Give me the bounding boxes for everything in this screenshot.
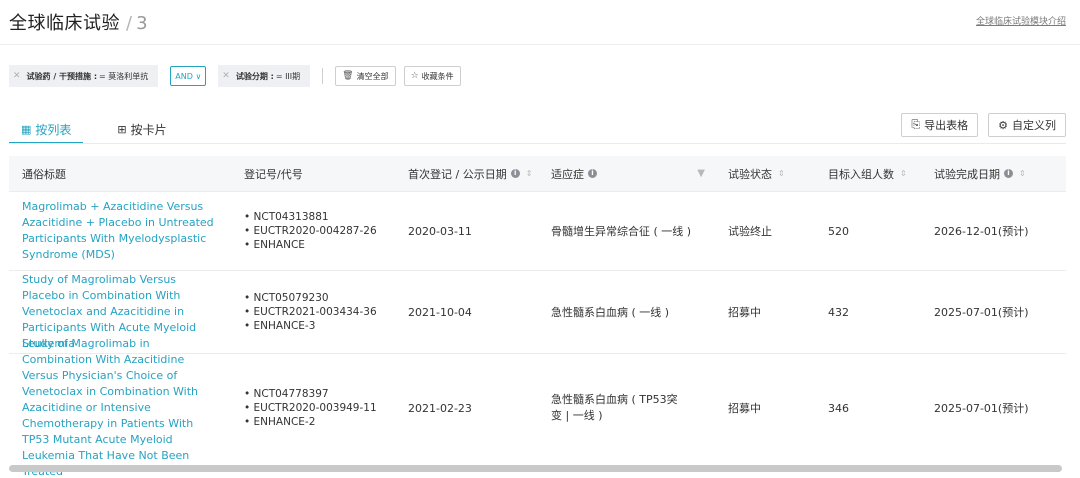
registry-ids: • NCT05079230 • EUCTR2021-003434-36 • EN… xyxy=(244,292,377,332)
filter-chip-drug[interactable]: ✕ 试验药 / 干预措施 : = 莫洛利单抗 xyxy=(9,65,159,87)
sort-icon[interactable]: ⇕ xyxy=(526,169,533,178)
filter-icon[interactable]: ▼ xyxy=(697,168,705,179)
gear-icon: ⚙ xyxy=(998,118,1008,132)
filter-value: = III期 xyxy=(275,71,301,81)
save-filter-label: 收藏条件 xyxy=(421,71,454,81)
trial-status: 招募中 xyxy=(728,402,761,415)
first-registration-date: 2020-03-11 xyxy=(408,224,472,238)
indication: 急性髓系白血病 ( 一线 ) xyxy=(551,306,670,319)
column-header-completion[interactable]: 试验完成日期 i ⇕ xyxy=(921,156,1066,192)
page-header: 全球临床试验 / 3 xyxy=(9,9,148,35)
first-registration-date: 2021-10-04 xyxy=(408,305,472,319)
custom-columns-button[interactable]: ⚙ 自定义列 xyxy=(988,113,1066,137)
filter-key: 试验药 / 干预措施 : xyxy=(26,71,98,81)
completion-date: 2025-07-01(预计) xyxy=(934,306,1029,319)
target-enrollment: 520 xyxy=(828,224,849,238)
clear-all-label: 清空全部 xyxy=(356,71,389,81)
tab-card-view[interactable]: ⊞ 按卡片 xyxy=(105,114,178,144)
first-registration-date: 2021-02-23 xyxy=(408,401,472,415)
trials-table: 通俗标题 登记号/代号 首次登记 / 公示日期 i ⇕ 适应症 i ▼ 试验状态 ⇕ 目标… xyxy=(9,156,1066,478)
trial-status: 试验终止 xyxy=(728,225,772,238)
column-header-status[interactable]: 试验状态 ⇕ xyxy=(715,156,815,192)
info-icon[interactable]: i xyxy=(588,169,597,178)
sort-icon[interactable]: ⇕ xyxy=(1019,169,1026,178)
star-icon: ☆ xyxy=(410,71,419,81)
filter-chip-phase[interactable]: ✕ 试验分期 : = III期 xyxy=(218,65,311,87)
grid-icon: ⊞ xyxy=(117,122,127,136)
trial-status: 招募中 xyxy=(728,306,761,319)
clear-all-button[interactable]: 🗑 清空全部 xyxy=(335,66,396,86)
table-row: Magrolimab + Azacitidine Versus Azacitid… xyxy=(9,192,1066,271)
logic-operator-select[interactable]: AND ∨ xyxy=(170,66,207,86)
tab-label: 按卡片 xyxy=(130,122,167,137)
trash-icon: 🗑 xyxy=(342,71,354,81)
list-icon: ▦ xyxy=(21,122,32,136)
tab-label: 按列表 xyxy=(35,122,72,137)
sort-icon[interactable]: ⇕ xyxy=(900,169,907,178)
filter-value: = 莫洛利单抗 xyxy=(99,71,149,81)
module-intro-link[interactable]: 全球临床试验模块介绍 xyxy=(976,14,1066,27)
divider xyxy=(322,68,324,84)
table-actions: ⎘ 导出表格 ⚙ 自定义列 xyxy=(891,113,1066,137)
filter-bar: ✕ 试验药 / 干预措施 : = 莫洛利单抗 AND ∨ ✕ 试验分期 : = … xyxy=(9,65,469,87)
page-title: 全球临床试验 xyxy=(9,13,120,34)
info-icon[interactable]: i xyxy=(510,169,520,178)
completion-date: 2026-12-01(预计) xyxy=(934,225,1029,238)
tabs-divider xyxy=(9,143,1066,144)
indication: 急性髓系白血病 ( TP53突变 | 一线 ) xyxy=(551,393,678,422)
registry-ids: • NCT04778397 • EUCTR2020-003949-11 • EN… xyxy=(244,388,377,428)
horizontal-scrollbar[interactable] xyxy=(9,465,1062,472)
filter-key: 试验分期 : xyxy=(235,71,274,81)
title-separator: / xyxy=(126,13,133,34)
table-header: 通俗标题 登记号/代号 首次登记 / 公示日期 i ⇕ 适应症 i ▼ 试验状态 ⇕ 目标… xyxy=(9,156,1066,192)
custom-columns-label: 自定义列 xyxy=(1012,119,1056,132)
close-icon[interactable]: ✕ xyxy=(222,71,230,81)
export-icon: ⎘ xyxy=(911,118,921,131)
target-enrollment: 346 xyxy=(828,401,849,415)
target-enrollment: 432 xyxy=(828,305,849,319)
column-header-registry: 登记号/代号 xyxy=(244,167,303,181)
column-header-indication: 适应症 i ▼ xyxy=(551,167,705,181)
info-icon[interactable]: i xyxy=(1004,169,1013,178)
column-header-enrollment[interactable]: 目标入组人数 ⇕ xyxy=(815,156,921,192)
column-header-title: 通俗标题 xyxy=(22,167,66,181)
tab-list-view[interactable]: ▦ 按列表 xyxy=(9,114,84,144)
table-row: Study of Magrolimab in Combination With … xyxy=(9,337,1066,478)
result-count: 3 xyxy=(136,13,148,34)
close-icon[interactable]: ✕ xyxy=(13,71,21,81)
export-table-button[interactable]: ⎘ 导出表格 xyxy=(901,113,979,137)
view-tabs: ▦ 按列表 ⊞ 按卡片 xyxy=(9,114,179,144)
trial-title-link[interactable]: Study of Magrolimab in Combination With … xyxy=(9,336,231,478)
column-header-date[interactable]: 首次登记 / 公示日期 i ⇕ xyxy=(395,156,538,192)
save-filter-button[interactable]: ☆ 收藏条件 xyxy=(403,66,461,86)
export-label: 导出表格 xyxy=(924,119,969,132)
registry-ids: • NCT04313881 • EUCTR2020-004287-26 • EN… xyxy=(244,211,377,251)
header-divider xyxy=(0,44,1080,45)
indication: 骨髓增生异常综合征 ( 一线 ) xyxy=(551,225,692,238)
trial-title-link[interactable]: Magrolimab + Azacitidine Versus Azacitid… xyxy=(9,199,231,263)
completion-date: 2025-07-01(预计) xyxy=(934,402,1029,415)
sort-icon[interactable]: ⇕ xyxy=(778,169,785,178)
